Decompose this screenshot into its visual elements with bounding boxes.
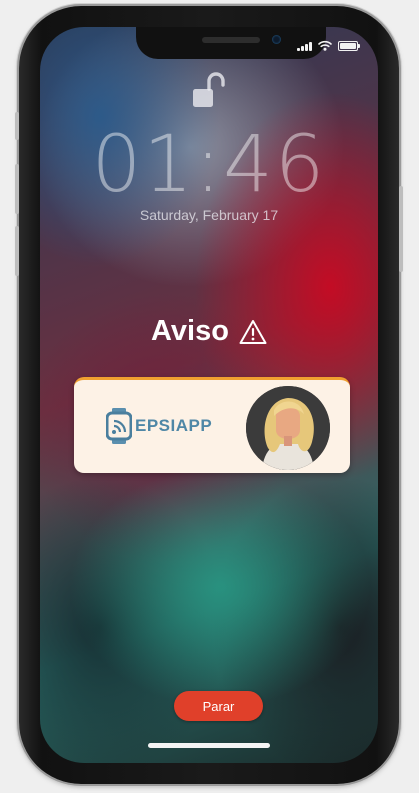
status-bar	[297, 40, 360, 51]
volume-down-button	[15, 226, 19, 276]
lock-screen: 01:46 Saturday, February 17 Aviso EPSIAP…	[40, 27, 378, 763]
signal-icon	[297, 41, 312, 51]
wifi-icon	[318, 40, 332, 51]
avatar	[246, 386, 330, 470]
warning-triangle-icon	[239, 319, 267, 344]
front-camera	[272, 35, 281, 44]
home-indicator[interactable]	[148, 743, 270, 748]
mute-switch	[15, 112, 19, 140]
unlocked-padlock-icon	[193, 72, 225, 107]
volume-up-button	[15, 164, 19, 214]
user-avatar-illustration	[246, 386, 330, 470]
phone-frame: 01:46 Saturday, February 17 Aviso EPSIAP…	[15, 6, 403, 784]
smartwatch-logo-icon	[106, 408, 132, 444]
stop-button[interactable]: Parar	[174, 691, 263, 721]
clock-date: Saturday, February 17	[139, 207, 279, 223]
alert-header: Aviso	[40, 315, 378, 348]
battery-icon	[338, 41, 360, 51]
logo-text: EPSIAPP	[135, 416, 213, 435]
alert-card[interactable]: EPSIAPP	[74, 377, 350, 473]
clock-time: 01:46	[91, 120, 327, 210]
alert-title: Aviso	[151, 315, 229, 347]
power-button	[399, 186, 403, 272]
earpiece-speaker	[202, 37, 260, 43]
epsiapp-logo: EPSIAPP	[106, 408, 212, 444]
